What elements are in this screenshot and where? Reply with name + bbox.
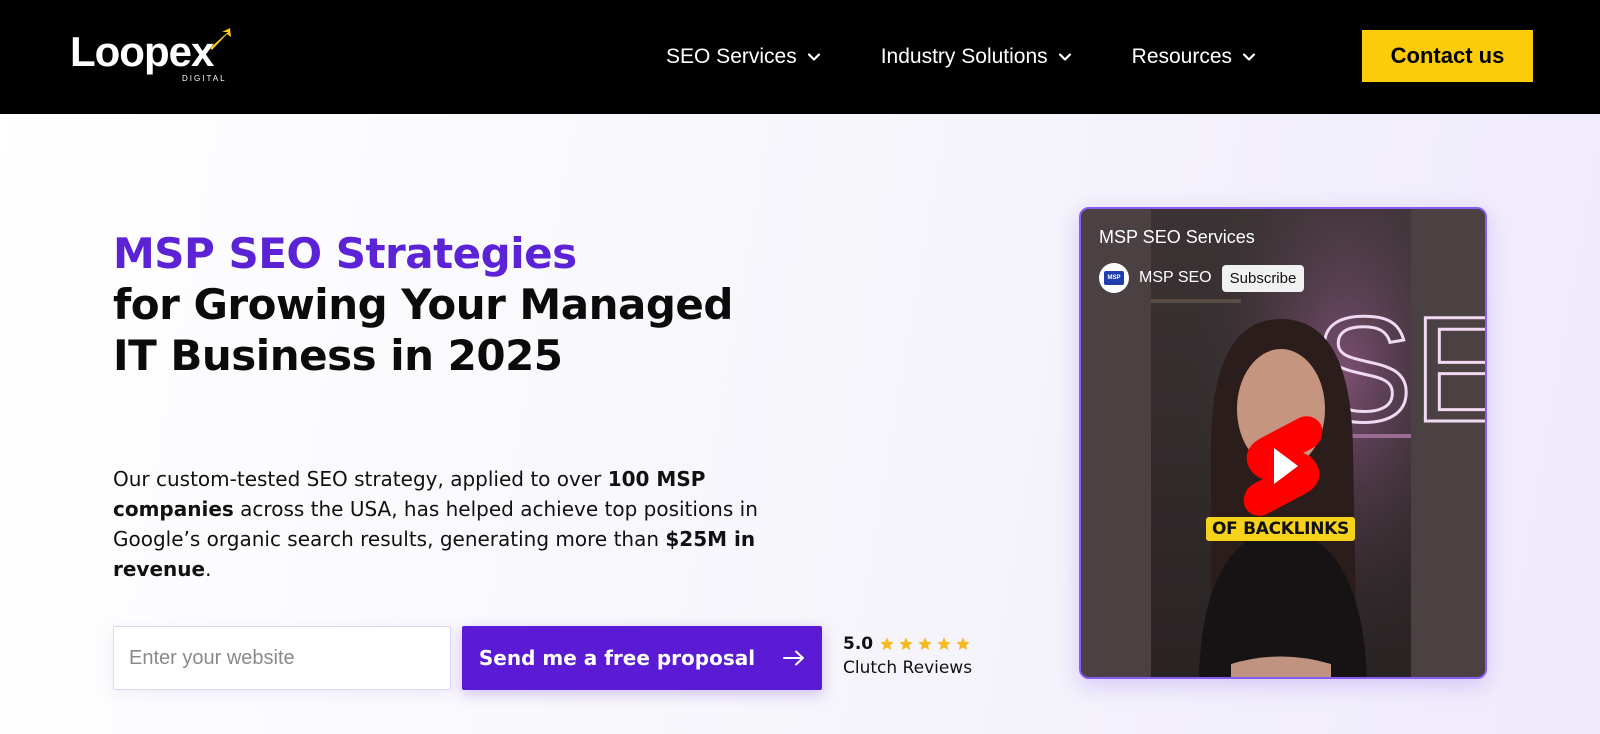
logo-mark: Loopex DIGITAL bbox=[70, 28, 231, 83]
hero-title-rest: for Growing Your Managed IT Business in … bbox=[113, 280, 733, 380]
star-icon bbox=[918, 637, 932, 650]
hero-desc-part-3: . bbox=[205, 557, 212, 581]
subscribe-button[interactable]: Subscribe bbox=[1221, 264, 1305, 292]
hero-title: MSP SEO Strategies for Growing Your Mana… bbox=[113, 228, 753, 381]
star-icon bbox=[956, 637, 970, 650]
chevron-down-icon bbox=[807, 53, 820, 61]
nav-item-resources[interactable]: Resources bbox=[1132, 45, 1256, 69]
loopex-digital-logo[interactable]: Loopex DIGITAL bbox=[70, 26, 240, 88]
star-icon bbox=[937, 637, 951, 650]
rating-score: 5.0 bbox=[843, 634, 874, 654]
star-icon bbox=[880, 637, 894, 650]
clutch-rating: 5.0 Clutch Reviews bbox=[843, 634, 993, 678]
contact-us-button[interactable]: Contact us bbox=[1362, 30, 1533, 82]
channel-avatar[interactable]: MSP bbox=[1099, 263, 1129, 293]
main-nav: SEO Services Industry Solutions Resource… bbox=[666, 0, 1256, 114]
send-proposal-label: Send me a free proposal bbox=[478, 646, 756, 670]
channel-name[interactable]: MSP SEO bbox=[1139, 269, 1212, 287]
youtube-shorts-play-icon[interactable] bbox=[1241, 414, 1325, 518]
channel-avatar-text: MSP bbox=[1104, 271, 1124, 285]
video-embed[interactable]: SE MSP SEO Services MSP MSP SEO Subscrib… bbox=[1079, 207, 1487, 679]
hero-description: Our custom-tested SEO strategy, applied … bbox=[113, 464, 803, 584]
nav-item-industry-solutions[interactable]: Industry Solutions bbox=[881, 45, 1072, 69]
rating-stars bbox=[879, 636, 971, 652]
rating-label: Clutch Reviews bbox=[843, 658, 973, 678]
chevron-down-icon bbox=[1242, 53, 1256, 61]
logo-subtext: DIGITAL bbox=[182, 74, 227, 83]
nav-item-label: Resources bbox=[1131, 45, 1233, 68]
top-navigation-bar: Loopex DIGITAL SEO Services Industry Sol… bbox=[0, 0, 1600, 114]
nav-item-label: SEO Services bbox=[666, 45, 797, 68]
arrow-right-icon bbox=[783, 650, 805, 666]
rating-row: 5.0 bbox=[843, 634, 993, 654]
chevron-down-icon bbox=[1058, 53, 1071, 61]
star-icon bbox=[899, 637, 913, 650]
logo-wordmark: Loopex bbox=[70, 28, 215, 75]
hero-title-accent: MSP SEO Strategies bbox=[113, 229, 577, 278]
nav-item-seo-services[interactable]: SEO Services bbox=[666, 45, 821, 69]
send-proposal-button[interactable]: Send me a free proposal bbox=[462, 626, 822, 690]
video-title: MSP SEO Services bbox=[1099, 227, 1255, 247]
website-input[interactable] bbox=[113, 626, 451, 690]
video-caption: OF BACKLINKS bbox=[1206, 517, 1355, 541]
hero-desc-part-1: Our custom-tested SEO strategy, applied … bbox=[113, 467, 608, 491]
video-channel-row: MSP MSP SEO Subscribe bbox=[1099, 263, 1305, 293]
nav-item-label: Industry Solutions bbox=[880, 45, 1048, 68]
